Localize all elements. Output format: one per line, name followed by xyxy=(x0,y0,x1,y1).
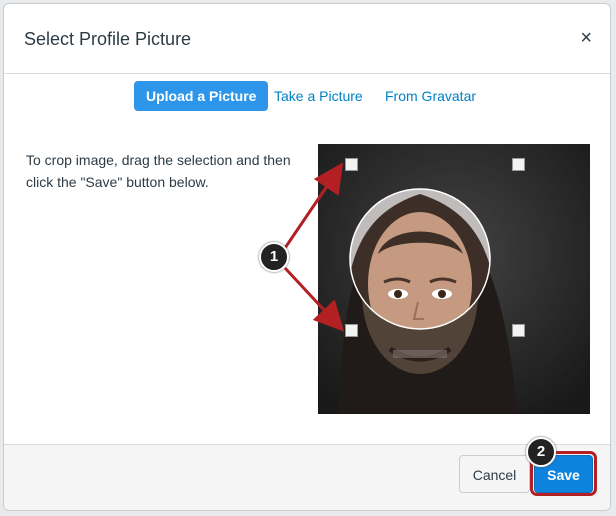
crop-handle-top-left[interactable] xyxy=(345,158,358,171)
dialog-header: Select Profile Picture × xyxy=(4,4,610,74)
crop-image-area[interactable] xyxy=(318,144,590,414)
profile-picture-dialog: Select Profile Picture × Upload a Pictur… xyxy=(3,3,611,511)
profile-photo xyxy=(318,144,590,414)
crop-handle-bottom-right[interactable] xyxy=(512,324,525,337)
cancel-button[interactable]: Cancel xyxy=(459,455,530,493)
callout-badge-2: 2 xyxy=(526,437,556,467)
callout-badge-1: 1 xyxy=(259,242,289,272)
tab-from-gravatar[interactable]: From Gravatar xyxy=(373,81,488,111)
crop-handle-top-right[interactable] xyxy=(512,158,525,171)
dialog-title: Select Profile Picture xyxy=(24,29,192,49)
crop-instructions: To crop image, drag the selection and th… xyxy=(26,152,291,190)
crop-handle-bottom-left[interactable] xyxy=(345,324,358,337)
tab-upload-picture[interactable]: Upload a Picture xyxy=(134,81,269,111)
tab-take-picture[interactable]: Take a Picture xyxy=(262,81,375,111)
close-icon[interactable]: × xyxy=(580,28,592,48)
